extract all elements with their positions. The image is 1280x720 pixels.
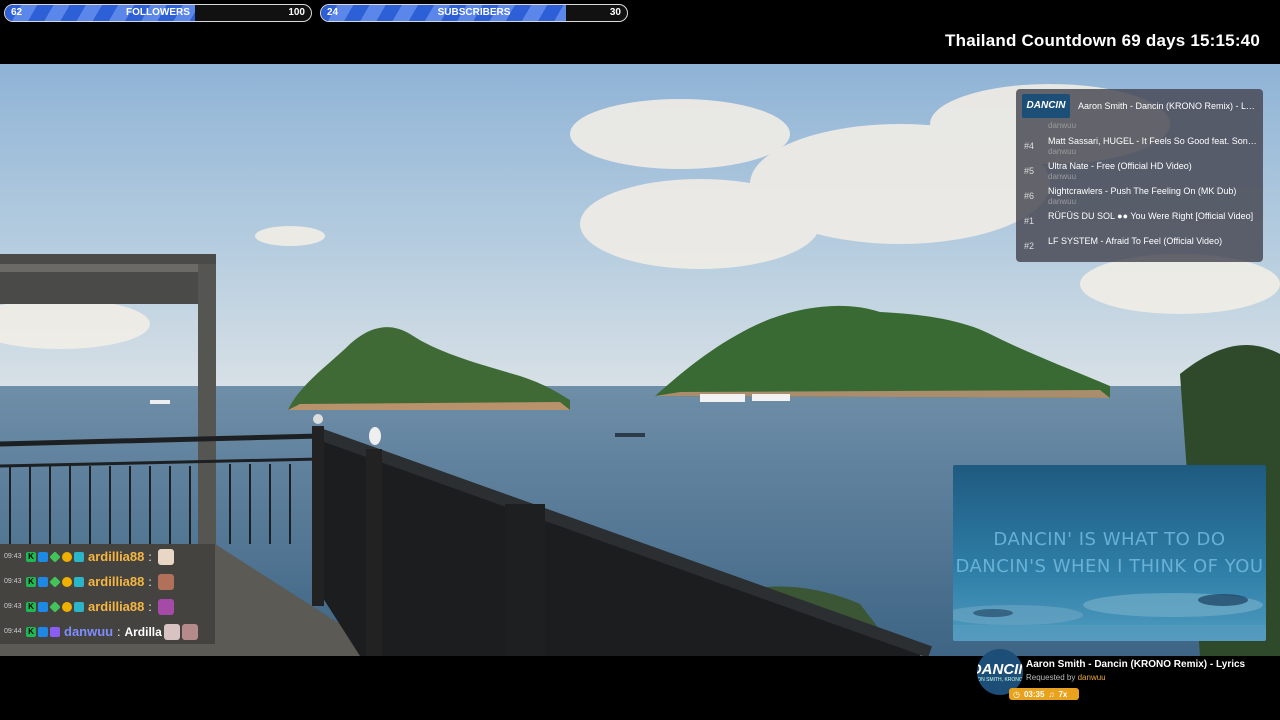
music-note-icon: ♫ <box>1048 689 1055 699</box>
queue-now-playing: DANCIN Aaron Smith - Dancin (KRONO Remix… <box>1022 93 1257 119</box>
chat-text: Ardilla <box>124 624 162 639</box>
queue-item-number: #2 <box>1024 241 1035 251</box>
grid-badge-icon <box>74 551 84 562</box>
chat-username: ardillia88 <box>88 599 145 614</box>
emote-icon <box>157 598 174 615</box>
lyric-video: DANCIN' IS WHAT TO DO DANCIN'S WHEN I TH… <box>953 465 1266 641</box>
coin-badge-icon <box>62 576 72 587</box>
grid-badge-icon <box>74 576 84 587</box>
chat-message: 09:43 Kardillia88: <box>0 594 215 619</box>
queue-item-title: Matt Sassari, HUGEL - It Feels So Good f… <box>1048 136 1257 146</box>
followers-target: 100 <box>288 7 305 18</box>
queue-item-requester: danwuu <box>1048 147 1077 156</box>
stream-overlay: 62 FOLLOWERS 100 24 SUBSCRIBERS 30 Thail… <box>0 0 1280 720</box>
star-badge-icon <box>49 550 61 563</box>
queue-now-title: Aaron Smith - Dancin (KRONO Remix) - Lyr… <box>1078 101 1257 111</box>
queue-item-title: Ultra Nate - Free (Official HD Video) <box>1048 161 1192 171</box>
subscribers-target: 30 <box>609 7 621 18</box>
queue-item-number: #1 <box>1024 216 1035 226</box>
queue-item: #1 RÜFÜS DU SOL ●● You Were Right [Offici… <box>1022 208 1257 233</box>
cube-badge-icon <box>38 551 48 562</box>
queue-thumbnail: DANCIN <box>1022 94 1070 118</box>
now-playing-stats: ◷ 03:35 ♫ 7x <box>1009 688 1079 700</box>
queue-item-number: #6 <box>1024 191 1035 201</box>
queue-item-number: #4 <box>1024 141 1035 151</box>
cube-badge-icon <box>38 601 48 612</box>
boat <box>615 433 645 437</box>
star-badge-icon <box>49 600 61 613</box>
chat-username: ardillia88 <box>88 574 145 589</box>
chat-timestamp: 09:43 <box>4 553 22 560</box>
clock-icon: ◷ <box>1013 689 1020 699</box>
chat-username: ardillia88 <box>88 549 145 564</box>
emote-icon <box>163 623 180 640</box>
subscribers-goal-bar: 24 SUBSCRIBERS 30 <box>320 4 628 22</box>
avatar-title: DANCIN <box>977 660 1023 678</box>
subscribers-label: SUBSCRIBERS <box>437 7 511 18</box>
lyric-line-1: DANCIN' IS WHAT TO DO <box>993 529 1226 550</box>
queue-count: 7x <box>1058 689 1068 699</box>
queue-item-title: RÜFÜS DU SOL ●● You Were Right [Official… <box>1048 211 1254 221</box>
chat-timestamp: 09:43 <box>4 578 22 585</box>
kick-badge-icon: K <box>26 626 36 637</box>
kick-badge-icon: K <box>26 601 36 612</box>
kick-badge-icon: K <box>26 551 36 562</box>
followers-label: FOLLOWERS <box>126 7 190 18</box>
lyric-line-2: DANCIN'S WHEN I THINK OF YOU <box>955 556 1264 577</box>
chat-message: 09:43 Kardillia88: <box>0 569 215 594</box>
queue-item-title: LF SYSTEM - Afraid To Feel (Official Vid… <box>1048 236 1223 246</box>
cube-badge-icon <box>38 576 48 587</box>
boat <box>150 400 170 404</box>
queue-item: danwuu <box>1022 119 1257 133</box>
star-badge-icon <box>49 575 61 588</box>
emote-icon <box>157 573 174 590</box>
chat-message: 09:43 Kardillia88: <box>0 544 215 569</box>
chat-username: danwuu <box>64 624 114 639</box>
avatar-subtitle: ON SMITH, KRONO <box>977 676 1023 683</box>
queue-item-number: #5 <box>1024 166 1035 176</box>
thailand-countdown: Thailand Countdown 69 days 15:15:40 <box>945 31 1260 50</box>
chat-message: 09:44 Kdanwuu: Ardilla <box>0 619 215 644</box>
queue-item: #6 Nightcrawlers - Push The Feeling On (M… <box>1022 183 1257 208</box>
cube-badge-icon <box>38 626 48 637</box>
queue-item-requester: danwuu <box>1048 121 1077 130</box>
boat <box>700 394 745 402</box>
queue-item: #2 LF SYSTEM - Afraid To Feel (Official V… <box>1022 233 1257 258</box>
grid-badge-icon <box>74 601 84 612</box>
now-playing-time: 03:35 <box>1023 689 1045 699</box>
now-playing-title: Aaron Smith - Dancin (KRONO Remix) - Lyr… <box>1026 659 1246 670</box>
gem-badge-icon <box>50 626 60 637</box>
emote-icon <box>157 548 174 565</box>
coin-badge-icon <box>62 601 72 612</box>
queue-item-requester: danwuu <box>1048 197 1077 206</box>
now-playing-requester: Requested by danwuu <box>1026 673 1106 682</box>
queue-item-title: Nightcrawlers - Push The Feeling On (MK … <box>1048 186 1237 196</box>
queue-item-requester: danwuu <box>1048 172 1077 181</box>
queue-item: #4 Matt Sassari, HUGEL - It Feels So Good… <box>1022 133 1257 158</box>
coin-badge-icon <box>62 551 72 562</box>
chat-overlay: 09:43 Kardillia88:09:43 Kardillia88:09:43 K… <box>0 544 215 644</box>
boat <box>752 394 790 401</box>
song-queue-panel: DANCIN Aaron Smith - Dancin (KRONO Remix… <box>1016 89 1263 262</box>
queue-thumb-title: DANCIN <box>1026 100 1066 111</box>
requester-name: danwuu <box>1077 673 1106 682</box>
emote-icon <box>181 623 198 640</box>
chat-timestamp: 09:44 <box>4 628 22 635</box>
followers-goal-bar: 62 FOLLOWERS 100 <box>4 4 312 22</box>
chat-timestamp: 09:43 <box>4 603 22 610</box>
queue-item: #5 Ultra Nate - Free (Official HD Video) d… <box>1022 158 1257 183</box>
lyric-video-bg <box>953 465 1266 641</box>
kick-badge-icon: K <box>26 576 36 587</box>
